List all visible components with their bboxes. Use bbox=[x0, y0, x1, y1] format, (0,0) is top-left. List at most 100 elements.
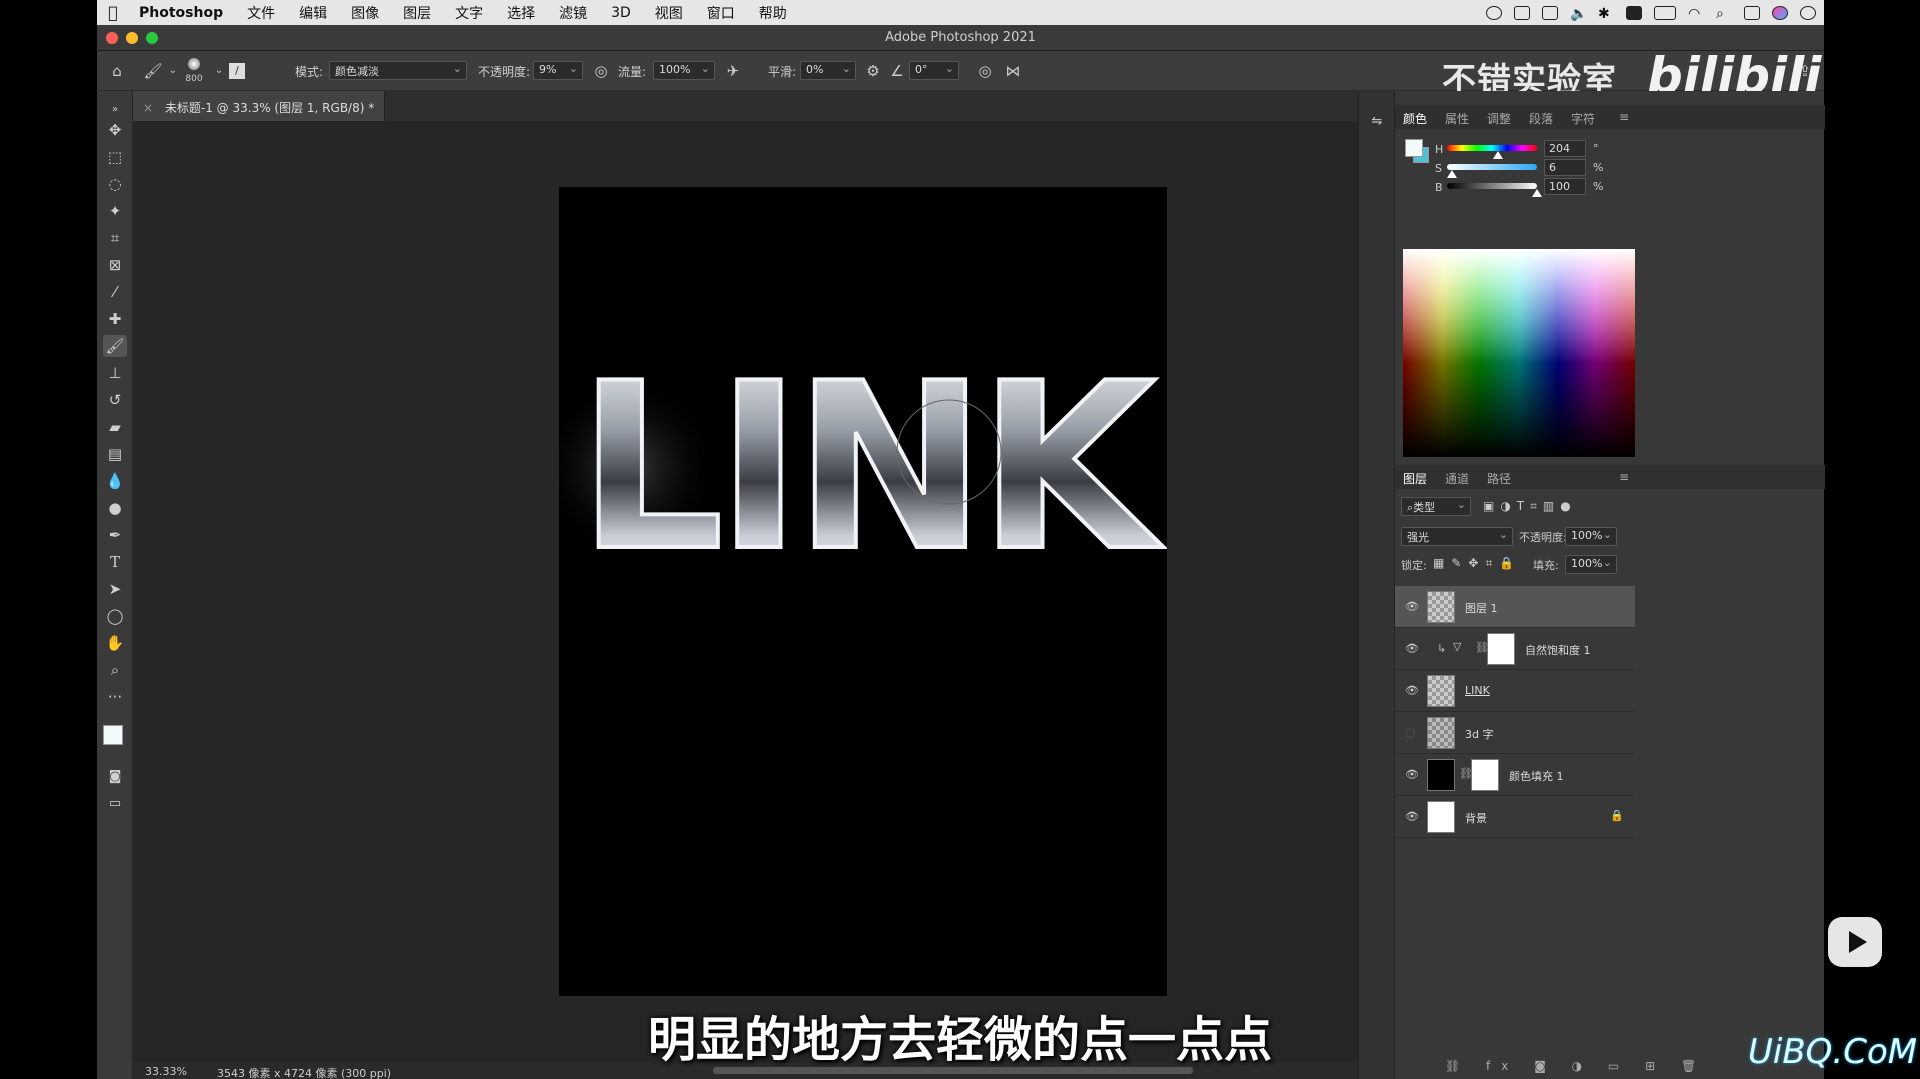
document-canvas[interactable]: LINK bbox=[539, 187, 1174, 996]
panel-menu-icon[interactable]: ≡ bbox=[1619, 470, 1629, 484]
layer-row-layer1[interactable]: 👁 图层 1 bbox=[1395, 586, 1635, 628]
brush-preset-icon[interactable]: 🖌 bbox=[143, 61, 163, 81]
canvas-area[interactable]: LINK bbox=[133, 121, 1358, 1063]
tab-properties[interactable]: 属性 bbox=[1445, 110, 1469, 127]
tab-color[interactable]: 颜色 bbox=[1403, 110, 1427, 127]
layer-filter-select[interactable]: ⌕类型 bbox=[1401, 497, 1471, 516]
spotlight-icon[interactable]: ⌕ bbox=[1716, 6, 1732, 22]
menu-filter[interactable]: 滤镜 bbox=[547, 3, 599, 23]
control-center-icon[interactable] bbox=[1744, 5, 1760, 20]
fill-input[interactable]: 100% bbox=[1565, 555, 1617, 574]
zoom-tool-icon[interactable]: ⌕ bbox=[103, 659, 127, 681]
history-brush-tool-icon[interactable]: ↺ bbox=[103, 389, 127, 411]
menu-help[interactable]: 帮助 bbox=[747, 3, 799, 23]
type-tool-icon[interactable]: T bbox=[103, 551, 127, 573]
screen-mode-icon[interactable]: ▭ bbox=[103, 793, 127, 815]
blend-mode-select[interactable]: 强光 bbox=[1401, 527, 1513, 546]
document-tab[interactable]: × 未标题-1 @ 33.3% (图层 1, RGB/8) * bbox=[133, 91, 386, 121]
chevron-down-icon[interactable]: ⌄ bbox=[163, 61, 183, 81]
tab-adjustments[interactable]: 调整 bbox=[1487, 110, 1511, 127]
menu-image[interactable]: 图像 bbox=[339, 3, 391, 23]
close-tab-icon[interactable]: × bbox=[143, 101, 153, 115]
stamp-tool-icon[interactable]: ⊥ bbox=[103, 362, 127, 384]
menu-type[interactable]: 文字 bbox=[443, 3, 495, 23]
hue-slider-handle[interactable] bbox=[1493, 151, 1504, 159]
input-method-icon[interactable] bbox=[1626, 5, 1642, 20]
h-value[interactable]: 204 bbox=[1544, 140, 1586, 157]
blur-tool-icon[interactable]: 💧 bbox=[103, 470, 127, 492]
menu-window[interactable]: 窗口 bbox=[695, 3, 747, 23]
menu-layer[interactable]: 图层 bbox=[391, 3, 443, 23]
hand-tool-icon[interactable]: ✋ bbox=[103, 632, 127, 654]
gradient-tool-icon[interactable]: ▤ bbox=[103, 443, 127, 465]
brush-size-picker[interactable]: 800 bbox=[181, 56, 207, 86]
apple-icon[interactable]:  bbox=[97, 3, 129, 22]
history-panel-icon[interactable]: ⇋ bbox=[1365, 111, 1389, 133]
more-tools-icon[interactable]: ··· bbox=[103, 686, 127, 708]
layer-row-vibrance[interactable]: 👁 ↳ ▽ ⛓ 自然饱和度 1 bbox=[1395, 628, 1635, 670]
home-icon[interactable]: ⌂ bbox=[107, 61, 127, 81]
pressure-opacity-icon[interactable]: ◎ bbox=[591, 61, 611, 81]
layer-filter-icons[interactable]: ▣◑T⌗▥● bbox=[1483, 499, 1577, 514]
magic-wand-tool-icon[interactable]: ✦ bbox=[103, 200, 127, 222]
bluetooth-icon[interactable]: ✱ bbox=[1598, 6, 1614, 22]
volume-icon[interactable]: 🔈 bbox=[1570, 6, 1587, 22]
dodge-tool-icon[interactable]: ● bbox=[103, 497, 127, 519]
layer-row-background[interactable]: 👁 背景 🔒 bbox=[1395, 796, 1635, 838]
airbrush-icon[interactable]: ✈ bbox=[723, 61, 743, 81]
clock-icon[interactable] bbox=[1800, 5, 1816, 20]
marquee-tool-icon[interactable]: ⬚ bbox=[103, 146, 127, 168]
quick-mask-icon[interactable]: ◙ bbox=[103, 766, 127, 788]
lasso-tool-icon[interactable]: ◌ bbox=[103, 173, 127, 195]
sync-icon[interactable] bbox=[1486, 5, 1502, 20]
brightness-slider-handle[interactable] bbox=[1532, 189, 1542, 197]
play-icon[interactable] bbox=[1828, 917, 1882, 967]
brush-tool-icon[interactable]: 🖌 bbox=[103, 335, 127, 357]
hue-slider[interactable] bbox=[1447, 145, 1537, 151]
angle-icon[interactable]: ∠ bbox=[887, 61, 907, 81]
eyedropper-tool-icon[interactable]: ⁄ bbox=[103, 281, 127, 303]
menu-3d[interactable]: 3D bbox=[599, 5, 643, 21]
fg-color-chip[interactable] bbox=[1405, 139, 1423, 157]
menu-edit[interactable]: 编辑 bbox=[287, 3, 339, 23]
path-selection-tool-icon[interactable]: ➤ bbox=[103, 578, 127, 600]
pen-tool-icon[interactable]: ✒ bbox=[103, 524, 127, 546]
tab-channels[interactable]: 通道 bbox=[1445, 470, 1469, 487]
collapse-icon[interactable]: » bbox=[103, 99, 127, 121]
move-tool-icon[interactable]: ✥ bbox=[103, 119, 127, 141]
smooth-input[interactable]: 0% bbox=[800, 61, 856, 80]
layer-opacity-input[interactable]: 100% bbox=[1565, 527, 1617, 546]
saturation-slider-handle[interactable] bbox=[1447, 170, 1458, 178]
grid-icon[interactable] bbox=[1514, 5, 1530, 20]
pressure-size-icon[interactable]: ◎ bbox=[975, 61, 995, 81]
tab-layers[interactable]: 图层 bbox=[1403, 470, 1427, 487]
crop-tool-icon[interactable]: ⌗ bbox=[103, 227, 127, 249]
eraser-tool-icon[interactable]: ▰ bbox=[103, 416, 127, 438]
eye-icon[interactable]: 👁 bbox=[1405, 810, 1419, 823]
angle-input[interactable]: 0° bbox=[909, 61, 959, 80]
layer-row-3d[interactable]: ▢ 3d 字 bbox=[1395, 712, 1635, 754]
frame-tool-icon[interactable]: ⊠ bbox=[103, 254, 127, 276]
wifi-icon[interactable]: ◠ bbox=[1688, 6, 1704, 22]
tab-paths[interactable]: 路径 bbox=[1487, 470, 1511, 487]
brush-panel-toggle-icon[interactable]: / bbox=[229, 63, 245, 79]
layer-row-color-fill[interactable]: 👁 ⛓ 颜色填充 1 bbox=[1395, 754, 1635, 796]
tab-paragraph[interactable]: 段落 bbox=[1529, 110, 1553, 127]
battery-icon[interactable] bbox=[1654, 5, 1676, 20]
color-spectrum-picker[interactable] bbox=[1403, 249, 1635, 457]
flow-input[interactable]: 100% bbox=[653, 61, 715, 80]
chevron-down-icon[interactable]: ⌄ bbox=[209, 61, 229, 81]
siri-icon[interactable] bbox=[1772, 5, 1788, 20]
panel-menu-icon[interactable]: ≡ bbox=[1619, 110, 1629, 124]
ellipse-tool-icon[interactable]: ◯ bbox=[103, 605, 127, 627]
healing-brush-tool-icon[interactable]: ✚ bbox=[103, 308, 127, 330]
eye-icon[interactable]: 👁 bbox=[1405, 684, 1419, 697]
menu-select[interactable]: 选择 bbox=[495, 3, 547, 23]
eye-icon[interactable]: 👁 bbox=[1405, 642, 1419, 655]
menu-app-photoshop[interactable]: Photoshop bbox=[129, 5, 235, 21]
eye-icon[interactable]: 👁 bbox=[1405, 600, 1419, 613]
menu-view[interactable]: 视图 bbox=[643, 3, 695, 23]
s-value[interactable]: 6 bbox=[1544, 159, 1586, 176]
layer-row-link[interactable]: 👁 LINK bbox=[1395, 670, 1635, 712]
eye-hidden-icon[interactable]: ▢ bbox=[1405, 726, 1415, 739]
